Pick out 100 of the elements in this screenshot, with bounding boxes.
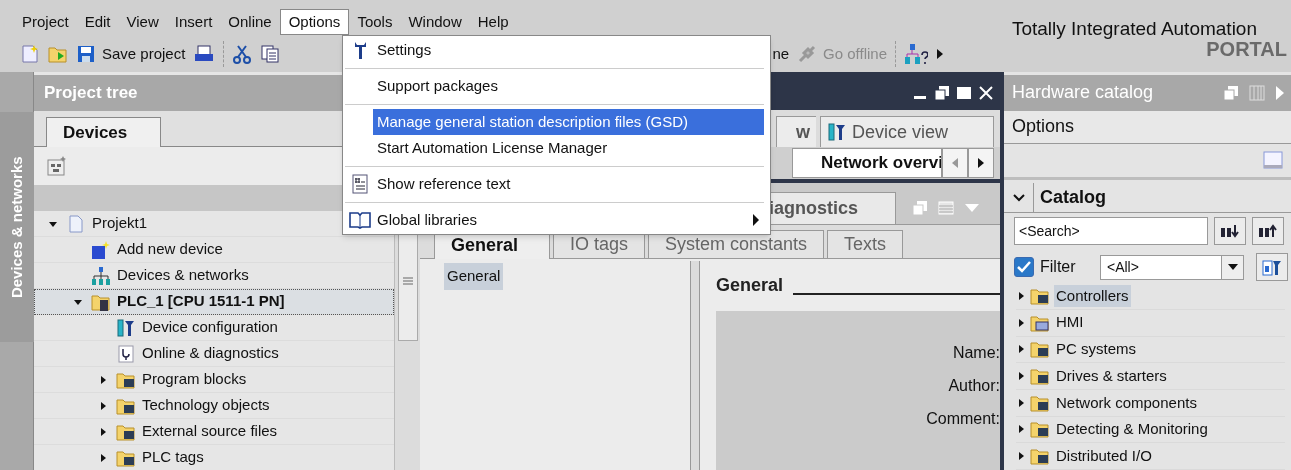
close-icon[interactable]: [978, 85, 994, 101]
menu-item[interactable]: Show reference text: [373, 171, 764, 197]
catalog-item[interactable]: Controllers: [1054, 284, 1131, 308]
menu-item[interactable]: Edit: [76, 9, 119, 35]
section-title: General: [716, 274, 784, 297]
menu-item[interactable]: Project: [14, 9, 77, 35]
binoculars-up-icon: [1258, 224, 1278, 239]
printer-icon[interactable]: [193, 44, 216, 64]
restore-icon[interactable]: [934, 85, 950, 101]
tree-item[interactable]: PLC_1 [CPU 1511-1 PN]: [117, 290, 285, 313]
device-config-icon: [827, 122, 847, 142]
maximize-icon[interactable]: [956, 85, 972, 101]
go-online-button[interactable]: ne: [772, 42, 790, 66]
catalog-item[interactable]: PC systems: [1054, 338, 1138, 361]
folder-icon: [1030, 419, 1050, 440]
collapsed-arrow-icon[interactable]: [98, 426, 108, 437]
menu-item[interactable]: Manage general station description files (GSD): [373, 109, 764, 135]
panel-title: Project tree: [44, 82, 138, 105]
tree-item[interactable]: Device configuration: [142, 316, 278, 339]
collapsed-arrow-icon[interactable]: [1016, 344, 1026, 355]
catalog-item[interactable]: Network components: [1054, 391, 1199, 415]
diagnostics-tab[interactable]: iagnostics: [768, 192, 896, 224]
collapsed-arrow-icon[interactable]: [1016, 424, 1026, 435]
save-icon: [76, 44, 96, 64]
submenu-arrow-icon: [752, 214, 760, 226]
nav-item[interactable]: General: [444, 263, 504, 290]
tree-item[interactable]: Technology objects: [142, 394, 270, 417]
inspector-tab[interactable]: Texts: [827, 230, 904, 258]
network-overview-tab[interactable]: Network overvi: [792, 148, 942, 178]
left-arrow-icon: [951, 158, 959, 168]
field-label: Author:: [948, 376, 1000, 396]
folder-icon: [1030, 446, 1050, 467]
catalog-item[interactable]: Drives & starters: [1054, 364, 1169, 388]
filter-checkbox[interactable]: [1014, 257, 1034, 278]
save-project-button[interactable]: Save project: [76, 42, 186, 66]
collapsed-arrow-icon[interactable]: [1016, 317, 1026, 328]
options-label: Options: [1012, 115, 1075, 139]
scissors-icon[interactable]: [232, 44, 253, 64]
new-device-icon: [91, 239, 111, 260]
device-wrench-icon: [1262, 258, 1282, 277]
filter-label: Filter: [1040, 257, 1077, 278]
collapsed-arrow-icon[interactable]: [98, 452, 108, 463]
panel-tab[interactable]: Devices: [46, 117, 161, 147]
menu-item[interactable]: Settings: [373, 37, 764, 63]
field-label: Name:: [952, 343, 1000, 363]
right-arrow-icon: [977, 158, 985, 168]
folder-icon: [1030, 286, 1050, 307]
menu-item[interactable]: Support packages: [373, 73, 764, 99]
menu-item[interactable]: Tools: [349, 9, 401, 35]
collapsed-arrow-icon[interactable]: [1016, 291, 1026, 302]
device-config-icon: [116, 317, 136, 338]
catalog-settings-button[interactable]: [1256, 253, 1288, 282]
network-help-icon[interactable]: [904, 43, 928, 65]
search-up-button[interactable]: [1252, 217, 1284, 246]
section-title: Catalog: [1039, 186, 1106, 210]
collapsed-arrow-icon[interactable]: [1016, 451, 1026, 462]
binoculars-down-icon: [1220, 224, 1240, 239]
brand-subtitle: PORTAL: [1206, 39, 1287, 60]
filter-dropdown[interactable]: <All>: [1100, 254, 1244, 280]
collapsed-arrow-icon[interactable]: [98, 400, 108, 411]
tree-item[interactable]: Devices & networks: [117, 264, 249, 287]
menu-item[interactable]: Options: [279, 9, 350, 35]
catalog-item[interactable]: Detecting & Monitoring: [1054, 418, 1210, 441]
tree-item[interactable]: Online & diagnostics: [142, 342, 279, 365]
view-tab[interactable]: w: [776, 116, 816, 147]
search-field[interactable]: <Search>: [1014, 217, 1208, 246]
menu-item[interactable]: Help: [469, 9, 517, 35]
menu-item[interactable]: Global libraries: [373, 207, 764, 233]
copy-icon[interactable]: [260, 44, 281, 64]
collapsed-arrow-icon[interactable]: [1016, 371, 1026, 382]
tree-item[interactable]: Add new device: [117, 238, 223, 261]
scroll-right-button[interactable]: [968, 148, 994, 178]
menu-item[interactable]: Start Automation License Manager: [373, 135, 764, 161]
folder-icon: [1030, 366, 1050, 387]
view-tab[interactable]: Device view: [820, 116, 994, 147]
plug-icon: [797, 44, 818, 64]
field-label: Comment:: [926, 409, 1000, 429]
catalog-item[interactable]: Distributed I/O: [1054, 444, 1154, 468]
panel-title: Hardware catalog: [1012, 81, 1155, 105]
tree-item[interactable]: PLC tags: [142, 446, 204, 469]
more-arrow-icon[interactable]: [936, 49, 944, 59]
reference-text-icon: [351, 174, 369, 194]
tree-item[interactable]: External source files: [142, 420, 278, 443]
collapsed-arrow-icon[interactable]: [98, 374, 108, 385]
chevron-down-icon: [1012, 192, 1025, 203]
book-icon: [349, 211, 371, 229]
tree-item[interactable]: Program blocks: [142, 368, 247, 391]
tree-item[interactable]: Projekt1: [92, 212, 148, 235]
folder-icon: [1030, 339, 1050, 360]
dropdown-arrow-icon: [1227, 264, 1238, 271]
search-down-button[interactable]: [1214, 217, 1246, 246]
menu-item[interactable]: Online: [220, 9, 280, 35]
brand-title: Totally Integrated Automation: [1011, 18, 1257, 39]
menu-item[interactable]: Window: [400, 9, 470, 35]
collapsed-arrow-icon[interactable]: [1016, 397, 1026, 408]
add-device-toolbar-icon[interactable]: [46, 155, 68, 177]
network-icon: [91, 265, 111, 286]
menu-item[interactable]: Insert: [166, 9, 221, 35]
menu-item[interactable]: View: [118, 9, 167, 35]
catalog-item[interactable]: HMI: [1054, 311, 1086, 334]
